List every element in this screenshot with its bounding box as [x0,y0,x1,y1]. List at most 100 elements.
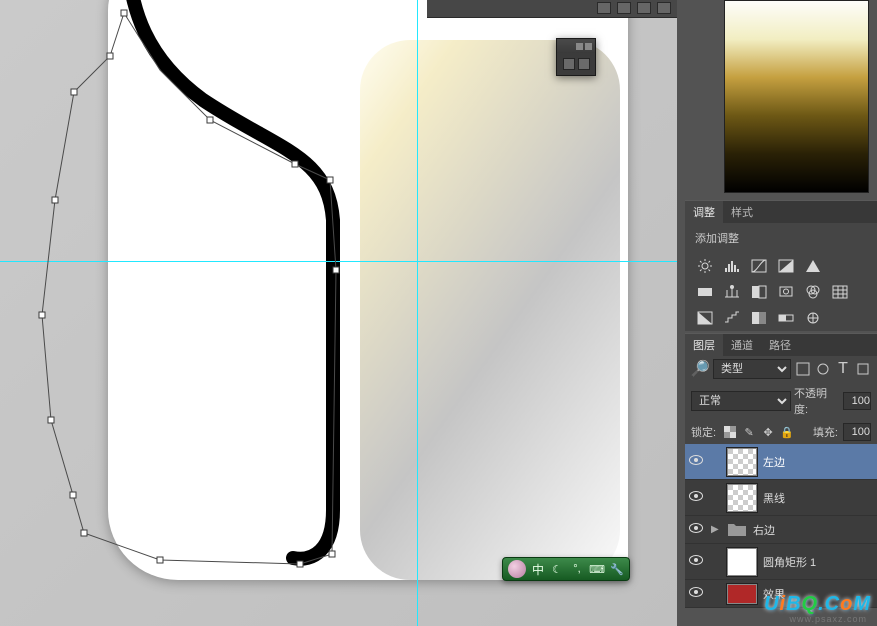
filter-adjust-icon[interactable] [815,360,831,378]
collapse-icon[interactable] [576,43,583,50]
visibility-toggle[interactable] [687,455,705,468]
layer-thumbnail[interactable] [727,548,757,576]
invert-icon[interactable] [695,309,715,327]
path-anchor[interactable] [207,117,214,124]
path-anchor[interactable] [297,561,304,568]
lock-label: 锁定: [691,424,716,440]
filter-kind-select[interactable]: 类型 [713,359,791,379]
fill-label: 填充: [813,424,838,440]
options-icon[interactable] [597,2,611,14]
visibility-toggle[interactable] [687,587,705,600]
path-anchor[interactable] [157,557,164,564]
path-anchor[interactable] [107,53,114,60]
filter-shape-icon[interactable] [855,360,871,378]
tab-channels[interactable]: 通道 [723,334,761,356]
layer-row[interactable]: 左边 [685,444,877,480]
layer-row-group[interactable]: ▶ 右边 [685,516,877,544]
layer-name[interactable]: 效果 [763,586,875,602]
folder-icon [727,521,747,539]
opacity-label: 不透明度: [794,385,840,417]
filter-type-icon[interactable]: T [835,360,851,378]
layer-row[interactable]: 效果 [685,580,877,608]
keyboard-icon[interactable]: ⌨ [590,562,604,576]
gradient-map-icon[interactable] [776,309,796,327]
options-bar-fragment [427,0,677,18]
twirl-icon[interactable]: ▶ [711,524,721,535]
floating-mini-palette[interactable] [556,38,596,76]
wrench-icon[interactable]: 🔧 [610,562,624,576]
path-anchor[interactable] [333,267,340,274]
color-balance-icon[interactable] [722,283,742,301]
ime-language-label[interactable]: 中 [532,561,544,578]
adjustments-panel: 调整 样式 添加调整 [685,200,877,331]
layers-panel: 图层 通道 路径 🔎 类型 T 正常 不透明度: 锁定: ✎ ✥ 🔒 填充: [685,333,877,608]
path-anchor[interactable] [48,417,55,424]
path-anchor[interactable] [327,177,334,184]
posterize-icon[interactable] [722,309,742,327]
tab-styles[interactable]: 样式 [723,201,761,223]
fill-input[interactable] [843,423,871,441]
tab-layers[interactable]: 图层 [685,334,723,356]
options-icon[interactable] [617,2,631,14]
add-adjustment-label: 添加调整 [685,223,877,253]
layer-thumbnail[interactable] [727,448,757,476]
curves-icon[interactable] [749,257,769,275]
path-anchor[interactable] [70,492,77,499]
threshold-icon[interactable] [749,309,769,327]
layer-row[interactable]: 圆角矩形 1 [685,544,877,580]
lock-all-icon[interactable]: 🔒 [780,425,794,439]
ime-logo-icon [508,560,526,578]
lock-transparency-icon[interactable] [723,425,737,439]
layer-name[interactable]: 黑线 [763,490,875,506]
layer-name[interactable]: 左边 [763,454,875,470]
selective-color-icon[interactable] [803,309,823,327]
options-icon[interactable] [657,2,671,14]
tab-paths[interactable]: 路径 [761,334,799,356]
canvas-viewport[interactable]: 中 ☾ °, ⌨ 🔧 [0,0,677,626]
path-anchor[interactable] [52,197,59,204]
panels-dock: A| ¶ 调整 样式 添加调整 [677,0,877,626]
filter-pixel-icon[interactable] [795,360,811,378]
ime-language-bar[interactable]: 中 ☾ °, ⌨ 🔧 [502,557,630,581]
black-stroke-shape [118,0,638,590]
layer-row[interactable]: 黑线 [685,480,877,516]
guide-horizontal[interactable] [0,261,677,262]
layer-thumbnail[interactable] [727,484,757,512]
path-anchor[interactable] [292,161,299,168]
search-icon[interactable]: 🔎 [691,360,709,378]
layer-list: 左边 黑线 ▶ 右边 圆角矩形 1 [685,444,877,608]
vibrance-icon[interactable] [803,257,823,275]
visibility-toggle[interactable] [687,491,705,504]
path-anchor[interactable] [121,10,128,17]
path-anchor[interactable] [39,312,46,319]
options-icon[interactable] [637,2,651,14]
close-icon[interactable] [585,43,592,50]
tab-adjustments[interactable]: 调整 [685,201,723,223]
opacity-input[interactable] [843,392,871,410]
bw-icon[interactable] [749,283,769,301]
blend-mode-select[interactable]: 正常 [691,391,791,411]
photo-filter-icon[interactable] [776,283,796,301]
guide-vertical[interactable] [417,0,418,626]
visibility-toggle[interactable] [687,555,705,568]
palette-btn-2[interactable] [578,58,590,70]
path-anchor[interactable] [329,551,336,558]
lookup-icon[interactable] [830,283,850,301]
moon-icon[interactable]: ☾ [550,562,564,576]
lock-pixels-icon[interactable]: ✎ [742,425,756,439]
path-anchor[interactable] [81,530,88,537]
path-anchor[interactable] [71,89,78,96]
exposure-icon[interactable] [776,257,796,275]
lock-position-icon[interactable]: ✥ [761,425,775,439]
layer-thumbnail[interactable] [727,584,757,604]
palette-btn-1[interactable] [563,58,575,70]
layer-name[interactable]: 圆角矩形 1 [763,554,875,570]
punct-icon[interactable]: °, [570,562,584,576]
levels-icon[interactable] [722,257,742,275]
hue-icon[interactable] [695,283,715,301]
brightness-icon[interactable] [695,257,715,275]
color-picker-spectrum[interactable] [724,0,869,193]
channel-mixer-icon[interactable] [803,283,823,301]
visibility-toggle[interactable] [687,523,705,536]
layer-name[interactable]: 右边 [753,522,875,538]
